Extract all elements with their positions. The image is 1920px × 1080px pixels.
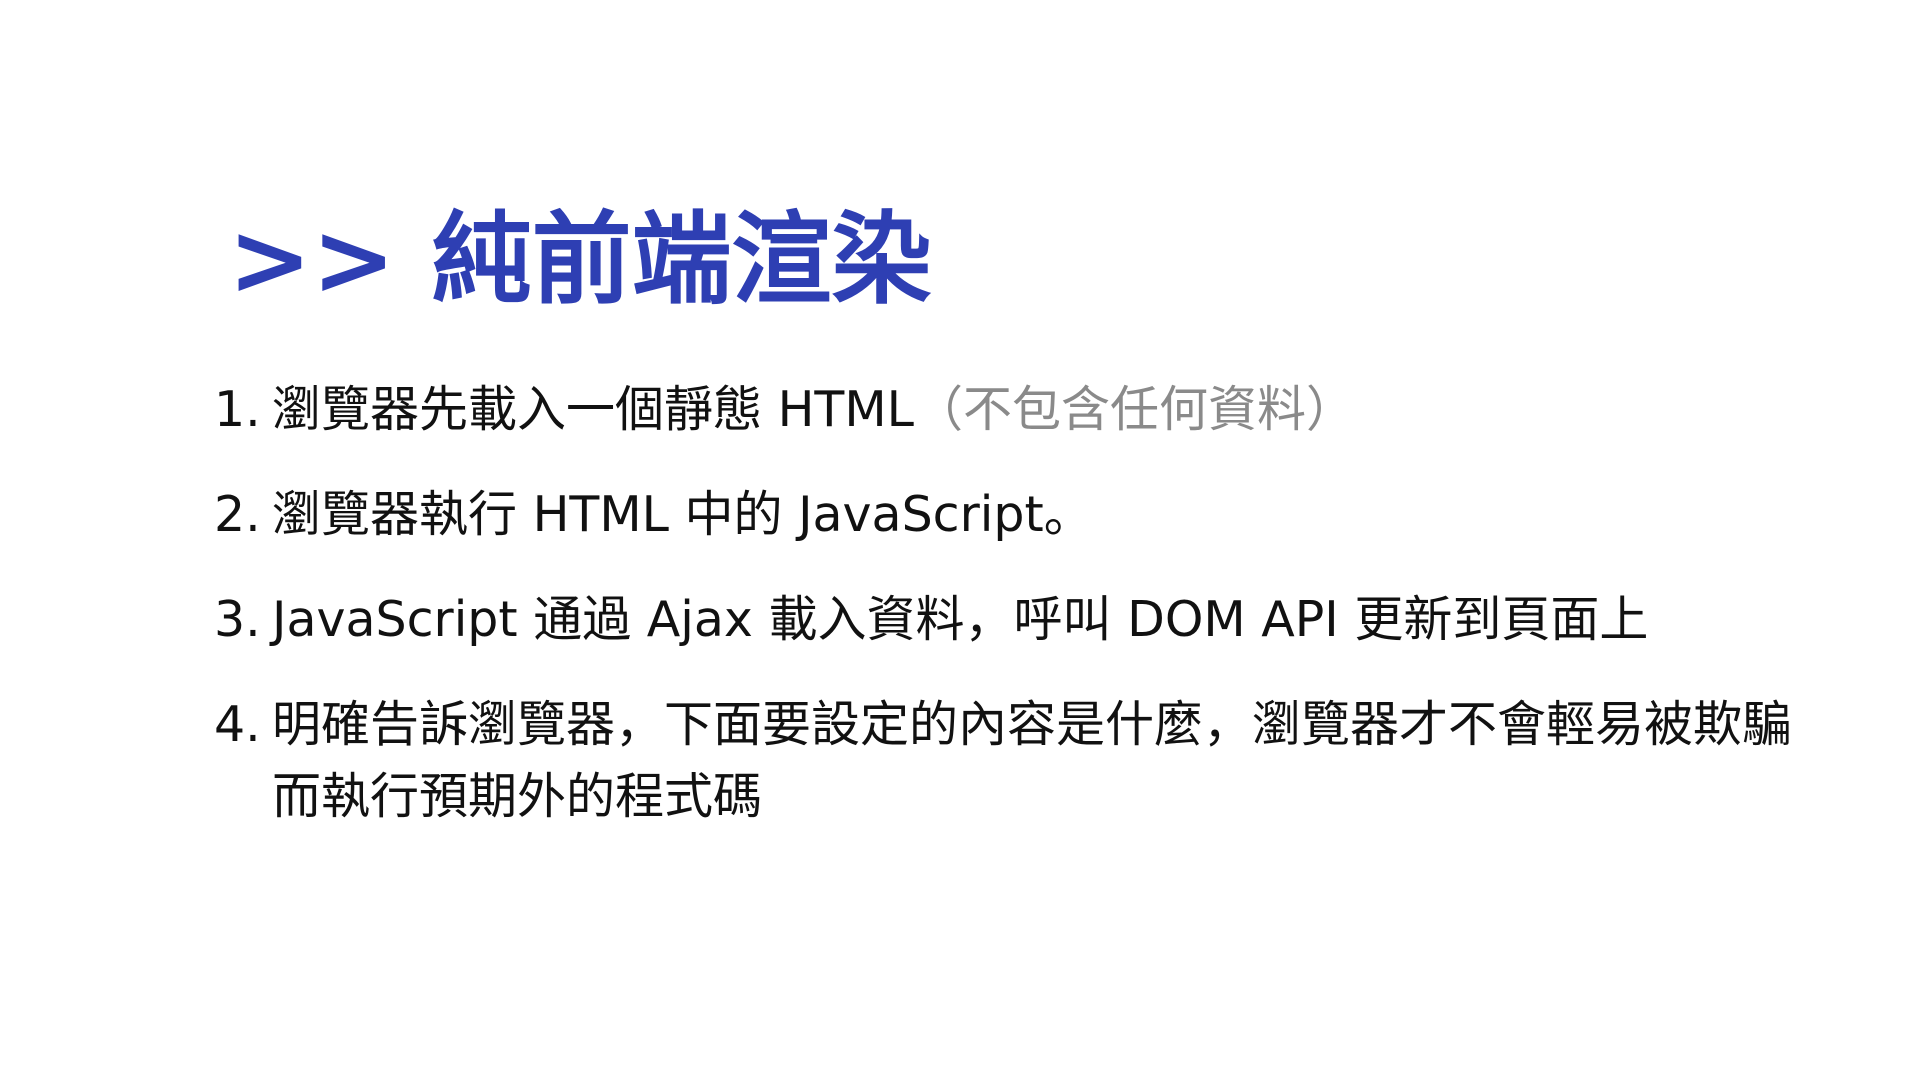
title-marker: >> bbox=[228, 201, 396, 318]
list-item-3: 3. JavaScript 通過 Ajax 載入資料，呼叫 DOM API 更新… bbox=[214, 584, 1834, 656]
list-number: 1. bbox=[214, 381, 261, 438]
list-note: （不包含任何資料） bbox=[913, 381, 1355, 438]
list-number: 2. bbox=[214, 486, 261, 543]
list-text: JavaScript 通過 Ajax 載入資料，呼叫 DOM API 更新到頁面… bbox=[272, 591, 1649, 648]
title-text: 純前端渲染 bbox=[431, 201, 932, 318]
list-text: 明確告訴瀏覽器，下面要設定的內容是什麼，瀏覽器才不會輕易被欺騙而執行預期外的程式… bbox=[272, 696, 1792, 825]
list-number: 4. bbox=[214, 696, 261, 753]
list-text-main: 瀏覽器先載入一個靜態 HTML bbox=[272, 381, 914, 438]
list-text: 瀏覽器先載入一個靜態 HTML（不包含任何資料） bbox=[272, 374, 1834, 446]
list-number: 3. bbox=[214, 591, 261, 648]
slide: >> 純前端渲染 1. 瀏覽器先載入一個靜態 HTML（不包含任何資料） 2. 瀏… bbox=[0, 0, 1920, 1080]
list-item-2: 2. 瀏覽器執行 HTML 中的 JavaScript。 bbox=[214, 479, 1834, 551]
slide-title: >> 純前端渲染 bbox=[228, 200, 932, 320]
list-text: 瀏覽器執行 HTML 中的 JavaScript。 bbox=[272, 486, 1093, 543]
numbered-list: 1. 瀏覽器先載入一個靜態 HTML（不包含任何資料） 2. 瀏覽器執行 HTM… bbox=[214, 374, 1834, 866]
list-item-1: 1. 瀏覽器先載入一個靜態 HTML（不包含任何資料） bbox=[214, 374, 1834, 446]
list-item-4: 4. 明確告訴瀏覽器，下面要設定的內容是什麼，瀏覽器才不會輕易被欺騙而執行預期外… bbox=[214, 689, 1834, 833]
